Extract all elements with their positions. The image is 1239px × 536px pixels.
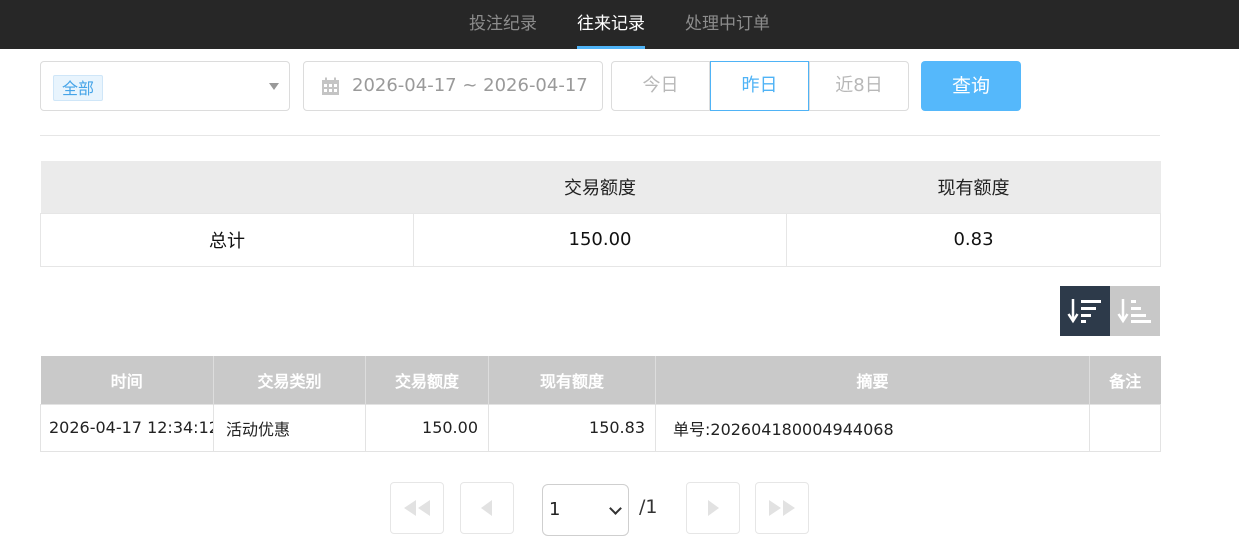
caret-down-icon bbox=[269, 83, 279, 90]
page-select[interactable]: 1 bbox=[542, 484, 629, 536]
sort-ascending-icon bbox=[1117, 299, 1151, 324]
tab-pending-orders[interactable]: 处理中订单 bbox=[665, 0, 790, 49]
summary-total-amount: 150.00 bbox=[413, 212, 787, 267]
cell-summary: 单号:202604180004944068 bbox=[655, 403, 1090, 452]
summary-total-balance: 0.83 bbox=[786, 212, 1161, 267]
summary-total-label: 总计 bbox=[40, 212, 414, 267]
next-page-button[interactable] bbox=[686, 482, 740, 534]
sort-descending-icon bbox=[1067, 299, 1101, 324]
cell-type: 活动优惠 bbox=[213, 403, 366, 452]
page-total: /1 bbox=[639, 496, 658, 518]
cell-balance: 150.83 bbox=[488, 403, 656, 452]
prev-page-button[interactable] bbox=[460, 482, 514, 534]
table-row: 2026-04-17 12:34:12 活动优惠 150.00 150.83 单… bbox=[40, 403, 1161, 452]
summary-header-balance: 现有额度 bbox=[786, 161, 1161, 213]
query-button[interactable]: 查询 bbox=[921, 61, 1021, 111]
tab-transaction-records[interactable]: 往来记录 bbox=[557, 0, 665, 49]
sort-ascending-button[interactable] bbox=[1110, 286, 1160, 336]
header-time: 时间 bbox=[40, 356, 214, 404]
divider bbox=[40, 135, 1160, 136]
header-note: 备注 bbox=[1089, 356, 1161, 404]
sort-descending-button[interactable] bbox=[1060, 286, 1110, 336]
quick-today-button[interactable]: 今日 bbox=[611, 61, 710, 111]
summary-table: 交易额度 现有额度 总计 150.00 0.83 bbox=[40, 161, 1161, 267]
category-selected-chip: 全部 bbox=[53, 75, 104, 101]
cell-amount: 150.00 bbox=[365, 403, 489, 452]
summary-header-row: 交易额度 现有额度 bbox=[40, 161, 1161, 213]
cell-note bbox=[1089, 403, 1161, 452]
calendar-icon bbox=[322, 77, 339, 95]
chevron-right-icon bbox=[708, 500, 719, 516]
double-chevron-left-icon bbox=[404, 500, 430, 516]
sort-toggle bbox=[1060, 286, 1160, 336]
summary-header-blank bbox=[40, 161, 414, 213]
last-page-button[interactable] bbox=[755, 482, 809, 534]
double-chevron-right-icon bbox=[769, 500, 795, 516]
quick-yesterday-button[interactable]: 昨日 bbox=[710, 61, 809, 111]
quick-last8days-button[interactable]: 近8日 bbox=[809, 61, 909, 111]
header-amount: 交易额度 bbox=[365, 356, 489, 404]
category-select[interactable]: 全部 bbox=[40, 61, 290, 111]
tab-bet-records[interactable]: 投注纪录 bbox=[449, 0, 557, 49]
records-header-row: 时间 交易类别 交易额度 现有额度 摘要 备注 bbox=[40, 356, 1161, 404]
date-range-value: 2026-04-17 ~ 2026-04-17 bbox=[352, 75, 588, 96]
date-range-input[interactable]: 2026-04-17 ~ 2026-04-17 bbox=[303, 61, 603, 111]
cell-time: 2026-04-17 12:34:12 bbox=[40, 403, 214, 452]
top-nav: 投注纪录 往来记录 处理中订单 bbox=[0, 0, 1239, 49]
header-summary: 摘要 bbox=[655, 356, 1090, 404]
page-select-value: 1 bbox=[549, 499, 561, 520]
chevron-down-icon bbox=[609, 502, 622, 515]
first-page-button[interactable] bbox=[390, 482, 444, 534]
summary-total-row: 总计 150.00 0.83 bbox=[40, 212, 1161, 267]
header-balance: 现有额度 bbox=[488, 356, 656, 404]
summary-header-amount: 交易额度 bbox=[413, 161, 787, 213]
chevron-left-icon bbox=[481, 500, 492, 516]
records-table: 时间 交易类别 交易额度 现有额度 摘要 备注 2026-04-17 12:34… bbox=[40, 356, 1161, 452]
header-type: 交易类别 bbox=[213, 356, 366, 404]
